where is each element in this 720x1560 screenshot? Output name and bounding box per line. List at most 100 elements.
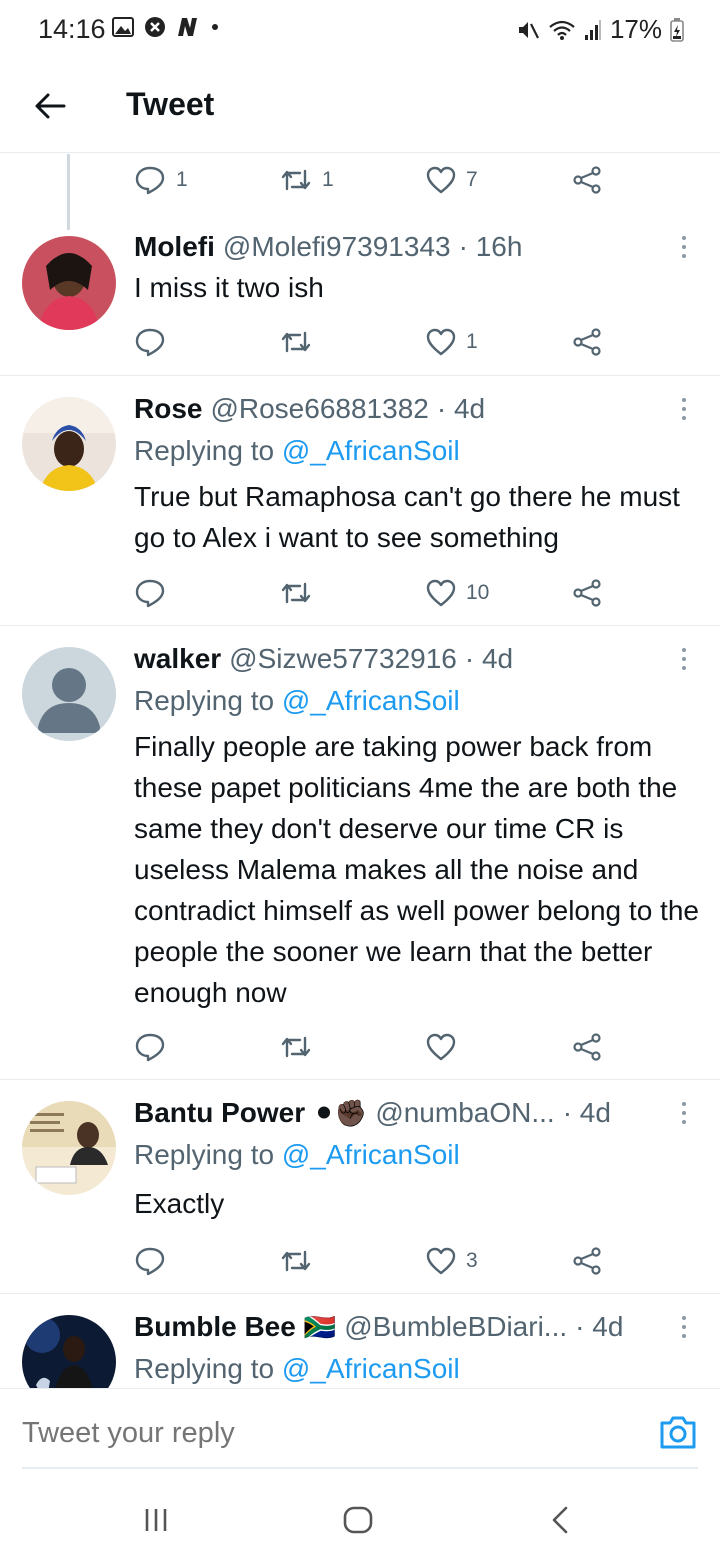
reply-icon (135, 579, 165, 608)
reply-button[interactable] (134, 1027, 166, 1067)
reply-tweet[interactable]: Bantu Power ⚫✊🏿 @numbaON... · 4d Replyin… (0, 1081, 720, 1294)
user-handle[interactable]: @Sizwe57732916 (229, 643, 457, 675)
heart-icon (426, 579, 456, 607)
tweet-header: Molefi @Molefi97391343 · 16h (134, 230, 522, 264)
heart-icon (426, 1247, 456, 1275)
home-button[interactable] (338, 1500, 378, 1540)
tweet-time: · 4d (436, 393, 486, 424)
thread-connector-line (67, 154, 70, 230)
reply-button[interactable] (134, 1241, 166, 1281)
more-options-button[interactable] (674, 1312, 694, 1342)
user-handle[interactable]: @Molefi97391343 (223, 231, 451, 263)
system-navigation-bar (0, 1470, 720, 1560)
tweet-header: Bumble Bee 🇿🇦 @BumbleBDiari... · 4d (134, 1310, 623, 1344)
tweet-text: Exactly (134, 1188, 225, 1219)
replying-to-label: Replying to (134, 1139, 275, 1170)
share-button[interactable] (572, 573, 602, 613)
retweet-button[interactable] (280, 1241, 312, 1281)
share-button[interactable] (572, 322, 602, 362)
reply-button[interactable] (134, 322, 166, 362)
status-time: 14:16 (38, 14, 106, 44)
replying-to: Replying to @_AfricanSoil (134, 1353, 460, 1385)
mention-link[interactable]: @_AfricanSoil (282, 1139, 460, 1170)
retweet-button[interactable] (280, 573, 312, 613)
user-handle[interactable]: @numbaON... (375, 1097, 554, 1129)
like-count: 1 (466, 330, 478, 353)
reply-tweet[interactable]: Molefi @Molefi97391343 · 16h I miss it t… (0, 222, 720, 376)
recent-apps-button[interactable] (136, 1500, 176, 1540)
reply-tweet[interactable]: Rose @Rose66881382 · 4d Replying to @_Af… (0, 377, 720, 626)
user-handle[interactable]: @Rose66881382 (210, 393, 428, 425)
heart-icon (426, 1033, 456, 1061)
status-notification-icons (112, 16, 220, 38)
mention-link[interactable]: @_AfricanSoil (282, 435, 460, 466)
name-emoji: ⚫✊🏿 (313, 1097, 368, 1128)
avatar-default[interactable] (22, 647, 116, 741)
replying-to-label: Replying to (134, 685, 275, 716)
display-name[interactable]: Rose (134, 393, 202, 425)
reply-feed[interactable]: 1 1 7 Molefi @Molefi97391343 · 16h I mis… (0, 154, 720, 1388)
reply-icon (135, 166, 165, 195)
retweet-icon (281, 1250, 311, 1272)
signal-icon (584, 19, 601, 40)
avatar[interactable] (22, 1101, 116, 1195)
mention-link[interactable]: @_AfricanSoil (282, 685, 460, 716)
more-options-button[interactable] (674, 394, 694, 424)
reply-tweet[interactable]: walker @Sizwe57732916 · 4d Replying to @… (0, 627, 720, 1080)
reply-count: 1 (176, 168, 188, 191)
retweet-icon (281, 582, 311, 604)
tweet-time: · 16h (458, 231, 523, 262)
battery-icon (670, 17, 684, 42)
display-name[interactable]: Bumble Bee (134, 1311, 296, 1343)
more-options-button[interactable] (674, 644, 694, 674)
reply-button[interactable] (134, 573, 166, 613)
reply-tweet[interactable]: Bumble Bee 🇿🇦 @BumbleBDiari... · 4d Repl… (0, 1295, 720, 1388)
retweet-button[interactable]: 1 (280, 160, 334, 200)
share-button[interactable] (572, 1027, 602, 1067)
retweet-icon (281, 169, 311, 191)
display-name[interactable]: walker (134, 643, 221, 675)
back-nav-button[interactable] (540, 1500, 580, 1540)
user-handle[interactable]: @BumbleBDiari... (344, 1311, 567, 1343)
avatar[interactable] (22, 1315, 116, 1388)
share-button[interactable] (572, 1241, 602, 1281)
retweet-icon (281, 1036, 311, 1058)
share-icon (573, 1033, 601, 1061)
back-button[interactable] (30, 86, 70, 126)
more-options-button[interactable] (674, 1098, 694, 1128)
retweet-button[interactable] (280, 322, 312, 362)
display-name[interactable]: Bantu Power (134, 1097, 305, 1129)
reply-button[interactable]: 1 (134, 160, 188, 200)
reply-input[interactable] (22, 1417, 582, 1450)
tweet-header: Bantu Power ⚫✊🏿 @numbaON... · 4d (134, 1096, 611, 1130)
more-options-button[interactable] (674, 232, 694, 262)
avatar[interactable] (22, 397, 116, 491)
like-button[interactable]: 3 (426, 1241, 478, 1281)
like-button[interactable] (426, 1027, 456, 1067)
camera-button[interactable] (658, 1413, 698, 1453)
heart-icon (426, 166, 456, 194)
replying-to: Replying to @_AfricanSoil (134, 685, 460, 717)
replying-to-label: Replying to (134, 435, 275, 466)
home-icon (343, 1506, 373, 1534)
retweet-button[interactable] (280, 1027, 312, 1067)
share-button[interactable] (572, 160, 602, 200)
heart-icon (426, 328, 456, 356)
tweet-time: · 4d (464, 643, 514, 674)
like-button[interactable]: 7 (426, 160, 478, 200)
tweet-actions: 3 (134, 1241, 614, 1281)
replying-to: Replying to @_AfricanSoil (134, 1139, 460, 1171)
reply-composer (0, 1388, 720, 1469)
tweet-header: Rose @Rose66881382 · 4d (134, 392, 485, 426)
like-button[interactable]: 10 (426, 573, 489, 613)
tweet-text: Finally people are taking power back fro… (134, 731, 699, 1008)
display-name[interactable]: Molefi (134, 231, 215, 263)
tweet-actions: 10 (134, 573, 614, 613)
share-icon (573, 1247, 601, 1275)
avatar[interactable] (22, 236, 116, 330)
mention-link[interactable]: @_AfricanSoil (282, 1353, 460, 1384)
like-button[interactable]: 1 (426, 322, 478, 362)
share-icon (573, 166, 601, 194)
parent-tweet-actions: 1 1 7 (134, 160, 614, 200)
top-app-bar: Tweet (0, 60, 720, 153)
